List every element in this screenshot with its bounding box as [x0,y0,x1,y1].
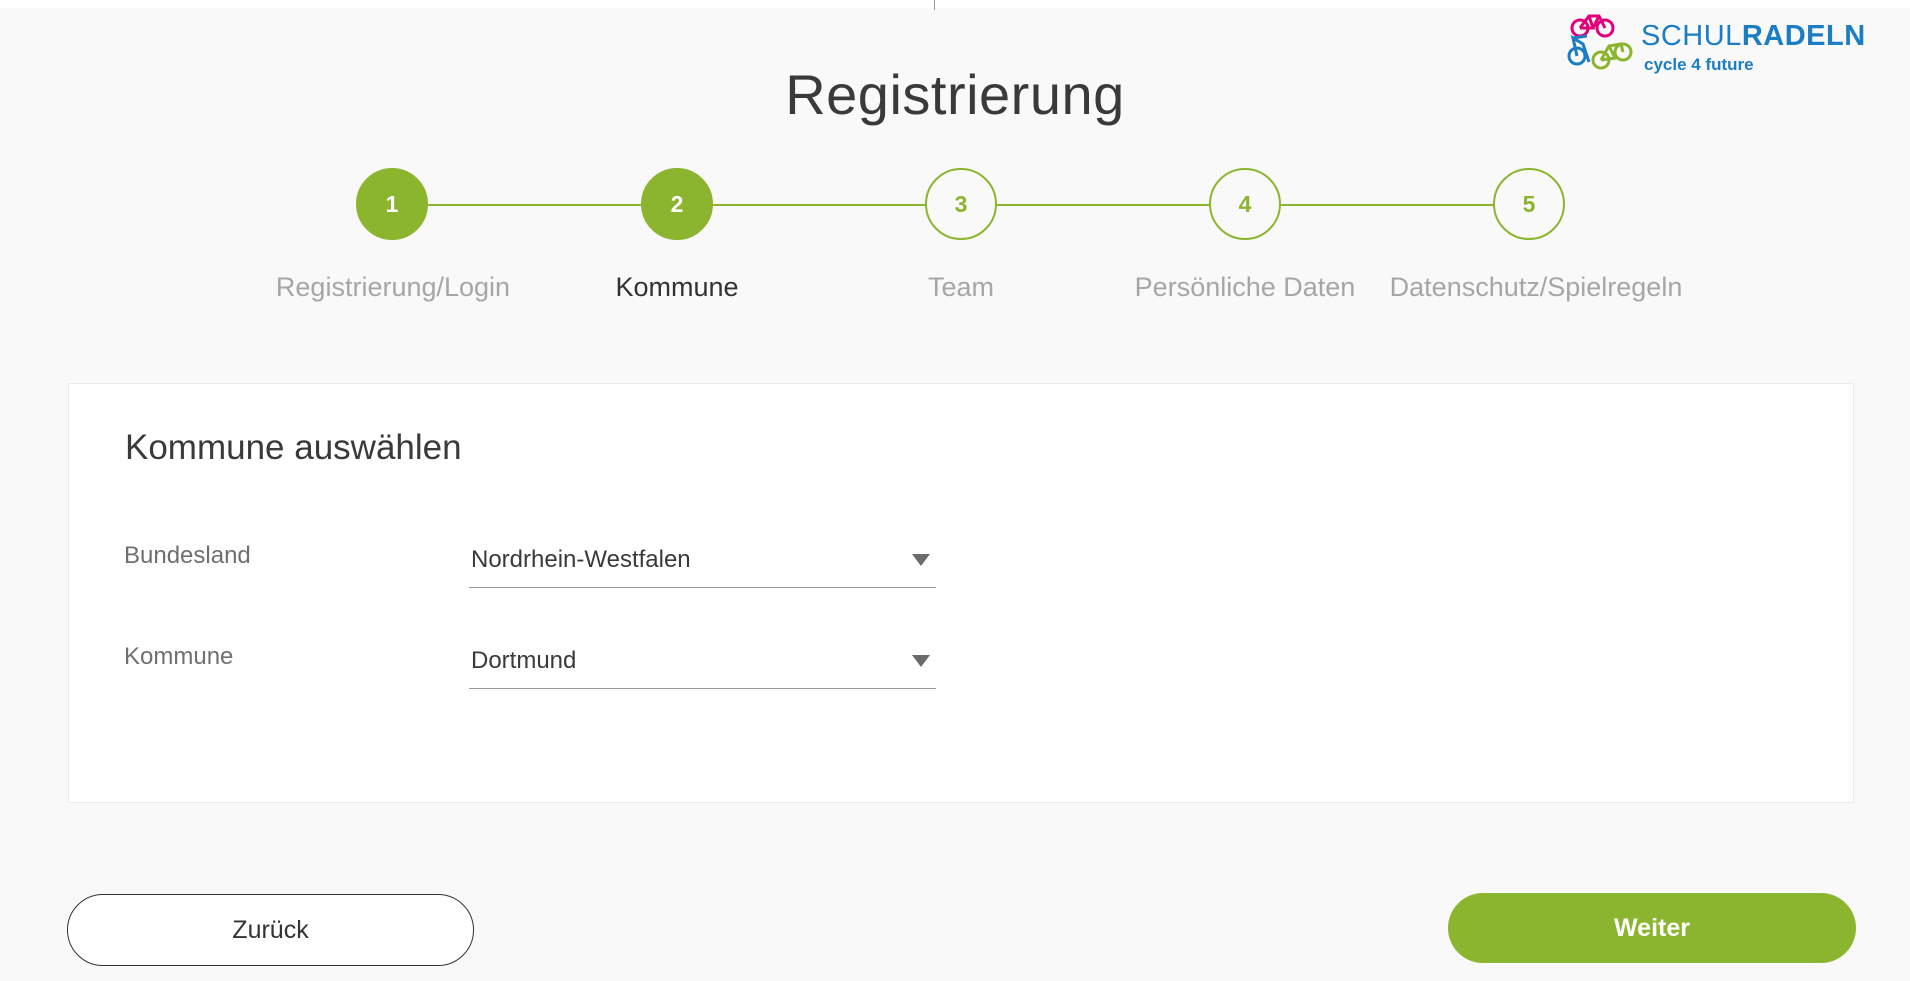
step-5-label: Datenschutz/Spielregeln [1389,272,1683,302]
registration-page: SCHULRADELN cycle 4 future Registrierung… [0,0,1910,981]
kommune-label: Kommune [124,643,234,670]
page-title: Registrierung [785,63,1125,126]
caret-down-icon [912,655,930,667]
logo-title: SCHULRADELN [1641,20,1866,52]
top-divider-tick [934,0,935,10]
step-4-label: Persönliche Daten [1134,272,1356,302]
top-strip [0,0,1910,8]
kommune-select[interactable]: Dortmund [469,643,936,689]
step-2-label: Kommune [615,272,739,302]
kommune-card: Kommune auswählen Bundesland Nordrhein-W… [68,383,1854,803]
step-1-circle[interactable]: 1 [356,168,428,240]
stepper-connector [1280,204,1494,206]
step-3-circle[interactable]: 3 [925,168,997,240]
stepper-connector [428,204,642,206]
next-button[interactable]: Weiter [1448,893,1856,963]
card-title: Kommune auswählen [125,428,462,467]
step-4-circle[interactable]: 4 [1209,168,1281,240]
kommune-value: Dortmund [471,647,577,674]
stepper-connector [996,204,1210,206]
step-3-label: Team [927,272,995,302]
caret-down-icon [912,554,930,566]
bundesland-select[interactable]: Nordrhein-Westfalen [469,542,936,588]
step-1-label: Registrierung/Login [275,272,511,302]
bundesland-value: Nordrhein-Westfalen [471,546,691,573]
bundesland-label: Bundesland [124,542,251,569]
logo-title-light: SCHUL [1641,20,1742,52]
step-2-circle[interactable]: 2 [641,168,713,240]
logo-title-bold: RADELN [1741,20,1866,52]
stepper-connector [712,204,926,206]
step-5-circle[interactable]: 5 [1493,168,1565,240]
back-button[interactable]: Zurück [67,894,474,966]
